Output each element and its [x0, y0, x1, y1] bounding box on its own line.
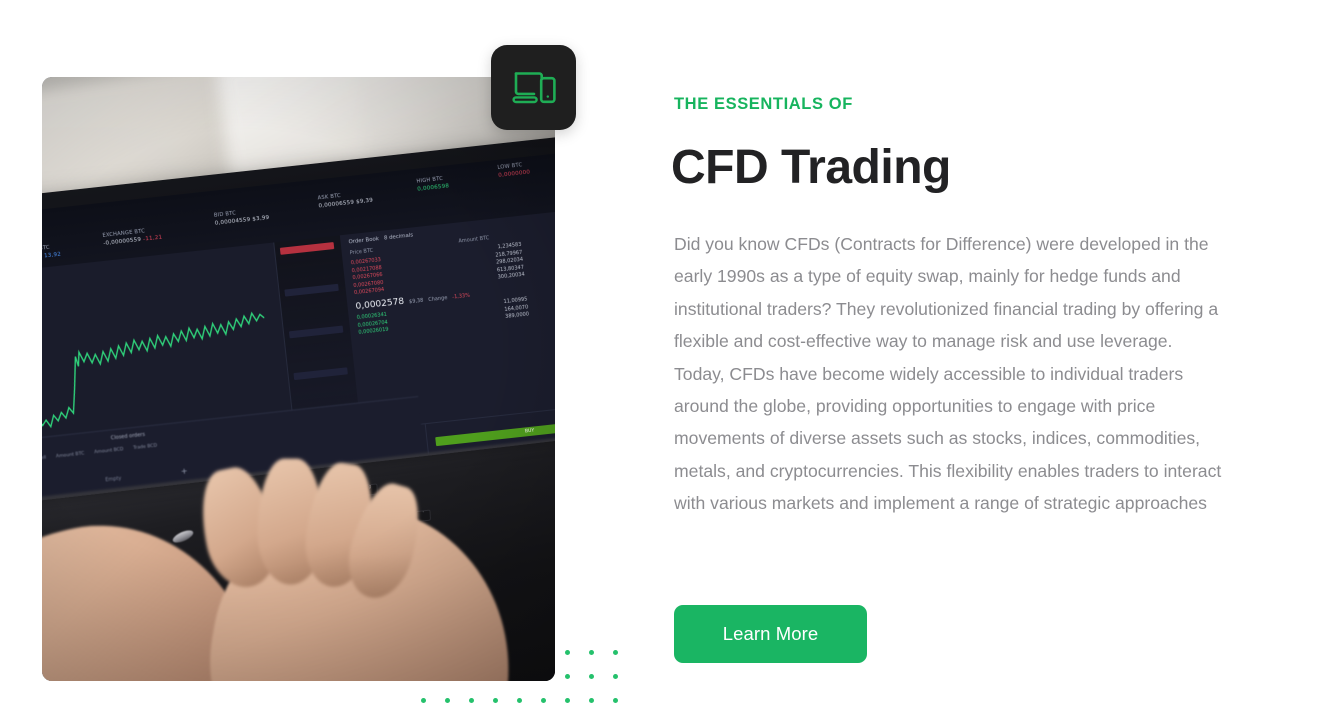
photo-scene: LAST PRICE BTC 0,00025759 13,92 EXCHANGE…: [42, 77, 555, 681]
add-order-icon: +: [180, 466, 189, 477]
body-paragraph-1: Did you know CFDs (Contracts for Differe…: [674, 234, 1219, 352]
section-body: Did you know CFDs (Contracts for Differe…: [674, 228, 1240, 520]
media-column: LAST PRICE BTC 0,00025759 13,92 EXCHANGE…: [0, 0, 640, 706]
cfd-trading-section: LAST PRICE BTC 0,00025759 13,92 EXCHANGE…: [0, 0, 1338, 706]
hero-photo: LAST PRICE BTC 0,00025759 13,92 EXCHANGE…: [42, 77, 555, 681]
devices-monitor-phone-icon: [511, 71, 556, 103]
section-eyebrow: THE ESSENTIALS OF: [674, 95, 853, 113]
page-title: CFD Trading: [671, 141, 951, 194]
learn-more-button[interactable]: Learn More: [674, 605, 867, 663]
orders-columns: None Buy / Sell Amount BTC Amount BCD Tr…: [42, 443, 158, 463]
content-column: THE ESSENTIALS OF CFD Trading Did you kn…: [671, 0, 1274, 706]
closed-orders-label: Closed orders: [110, 431, 146, 442]
order-book-pane: Order Book 8 decimals Price BTC Amount B…: [339, 206, 555, 431]
orders-empty-text: Empty: [105, 475, 122, 484]
body-paragraph-2: Today, CFDs have become widely accessibl…: [674, 363, 1222, 514]
devices-badge: [491, 45, 576, 130]
